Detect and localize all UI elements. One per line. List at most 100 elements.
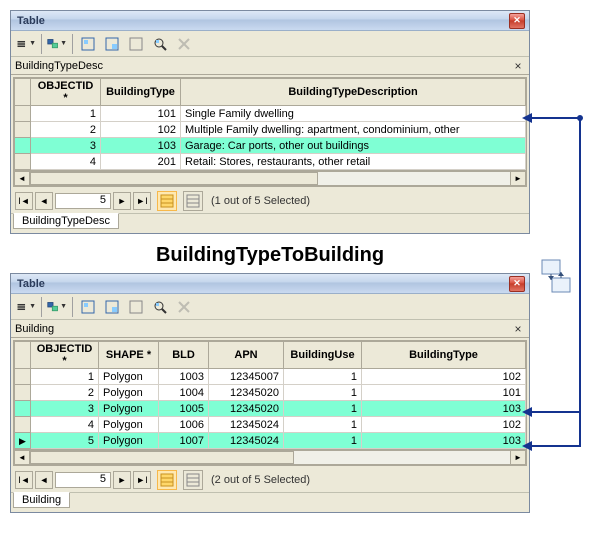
cell[interactable]: 1 bbox=[284, 433, 362, 449]
scroll-track[interactable] bbox=[30, 171, 510, 186]
cell[interactable]: Single Family dwelling bbox=[181, 106, 526, 122]
cell[interactable]: 12345007 bbox=[209, 369, 284, 385]
record-number-input[interactable]: 5 bbox=[55, 193, 111, 209]
horizontal-scrollbar[interactable]: ◄ ► bbox=[14, 170, 526, 186]
prev-record-button[interactable]: ◄ bbox=[35, 471, 53, 489]
select-by-attributes-button[interactable] bbox=[77, 296, 99, 318]
cell[interactable]: 103 bbox=[362, 401, 526, 417]
cell[interactable]: Polygon bbox=[99, 433, 159, 449]
cell[interactable]: 1004 bbox=[159, 385, 209, 401]
cell[interactable]: 2 bbox=[31, 122, 101, 138]
first-record-button[interactable]: I◄ bbox=[15, 192, 33, 210]
related-tables-button[interactable]: ▼ bbox=[46, 33, 68, 55]
table-options-button[interactable]: ▼ bbox=[15, 296, 37, 318]
cell[interactable]: 1005 bbox=[159, 401, 209, 417]
cell[interactable]: 103 bbox=[362, 433, 526, 449]
clear-selection-button[interactable] bbox=[125, 296, 147, 318]
table-row[interactable]: 1101Single Family dwelling bbox=[15, 106, 526, 122]
cell[interactable]: 3 bbox=[31, 401, 99, 417]
scroll-left-button[interactable]: ◄ bbox=[14, 171, 30, 186]
cell[interactable]: 4 bbox=[31, 417, 99, 433]
column-header[interactable]: OBJECTID * bbox=[31, 342, 99, 369]
cell[interactable]: Retail: Stores, restaurants, other retai… bbox=[181, 154, 526, 170]
delete-button[interactable] bbox=[173, 33, 195, 55]
next-record-button[interactable]: ► bbox=[113, 471, 131, 489]
cell[interactable]: 102 bbox=[362, 417, 526, 433]
row-selector[interactable] bbox=[15, 401, 31, 417]
cell[interactable]: Polygon bbox=[99, 385, 159, 401]
table-row[interactable]: 1Polygon1003123450071102 bbox=[15, 369, 526, 385]
scroll-right-button[interactable]: ► bbox=[510, 450, 526, 465]
close-table-icon[interactable]: × bbox=[511, 59, 525, 73]
cell[interactable]: 1003 bbox=[159, 369, 209, 385]
switch-selection-button[interactable] bbox=[101, 296, 123, 318]
cell[interactable]: 1 bbox=[284, 417, 362, 433]
titlebar[interactable]: Table ✕ bbox=[11, 274, 529, 294]
cell[interactable]: 12345020 bbox=[209, 385, 284, 401]
cell[interactable]: 101 bbox=[362, 385, 526, 401]
column-header[interactable]: OBJECTID * bbox=[31, 79, 101, 106]
column-header[interactable]: BuildingType bbox=[101, 79, 181, 106]
cell[interactable]: 1006 bbox=[159, 417, 209, 433]
row-selector[interactable] bbox=[15, 417, 31, 433]
row-selector[interactable] bbox=[15, 138, 31, 154]
cell[interactable]: Polygon bbox=[99, 417, 159, 433]
scroll-thumb[interactable] bbox=[30, 172, 318, 185]
column-header[interactable]: BLD bbox=[159, 342, 209, 369]
scroll-left-button[interactable]: ◄ bbox=[14, 450, 30, 465]
cell[interactable]: 3 bbox=[31, 138, 101, 154]
show-selected-records-button[interactable] bbox=[183, 470, 203, 490]
last-record-button[interactable]: ►I bbox=[133, 192, 151, 210]
table-row[interactable]: 4Polygon1006123450241102 bbox=[15, 417, 526, 433]
cell[interactable]: 12345024 bbox=[209, 417, 284, 433]
column-header[interactable]: APN bbox=[209, 342, 284, 369]
row-selector-header[interactable] bbox=[15, 79, 31, 106]
cell[interactable]: Polygon bbox=[99, 369, 159, 385]
switch-selection-button[interactable] bbox=[101, 33, 123, 55]
cell[interactable]: 1 bbox=[284, 385, 362, 401]
zoom-selected-button[interactable] bbox=[149, 33, 171, 55]
column-header[interactable]: BuildingUse bbox=[284, 342, 362, 369]
zoom-selected-button[interactable] bbox=[149, 296, 171, 318]
horizontal-scrollbar[interactable]: ◄ ► bbox=[14, 449, 526, 465]
show-all-records-button[interactable] bbox=[157, 470, 177, 490]
cell[interactable]: Garage: Car ports, other out buildings bbox=[181, 138, 526, 154]
cell[interactable]: 12345020 bbox=[209, 401, 284, 417]
cell[interactable]: Polygon bbox=[99, 401, 159, 417]
table-row[interactable]: 3Polygon1005123450201103 bbox=[15, 401, 526, 417]
cell[interactable]: 5 bbox=[31, 433, 99, 449]
scroll-right-button[interactable]: ► bbox=[510, 171, 526, 186]
close-icon[interactable]: ✕ bbox=[509, 276, 525, 292]
cell[interactable]: 4 bbox=[31, 154, 101, 170]
record-number-input[interactable]: 5 bbox=[55, 472, 111, 488]
table-row[interactable]: 4201Retail: Stores, restaurants, other r… bbox=[15, 154, 526, 170]
scroll-track[interactable] bbox=[30, 450, 510, 465]
scroll-thumb[interactable] bbox=[30, 451, 294, 464]
show-all-records-button[interactable] bbox=[157, 191, 177, 211]
close-icon[interactable]: ✕ bbox=[509, 13, 525, 29]
row-selector[interactable] bbox=[15, 369, 31, 385]
show-selected-records-button[interactable] bbox=[183, 191, 203, 211]
cell[interactable]: 102 bbox=[101, 122, 181, 138]
close-table-icon[interactable]: × bbox=[511, 322, 525, 336]
cell[interactable]: 1 bbox=[31, 106, 101, 122]
column-header[interactable]: SHAPE * bbox=[99, 342, 159, 369]
table-tab[interactable]: Building bbox=[13, 492, 70, 508]
column-header[interactable]: BuildingTypeDescription bbox=[181, 79, 526, 106]
column-header[interactable]: BuildingType bbox=[362, 342, 526, 369]
cell[interactable]: 103 bbox=[101, 138, 181, 154]
row-selector[interactable]: ▶ bbox=[15, 433, 31, 449]
first-record-button[interactable]: I◄ bbox=[15, 471, 33, 489]
row-selector[interactable] bbox=[15, 385, 31, 401]
clear-selection-button[interactable] bbox=[125, 33, 147, 55]
table-row[interactable]: ▶5Polygon1007123450241103 bbox=[15, 433, 526, 449]
cell[interactable]: Multiple Family dwelling: apartment, con… bbox=[181, 122, 526, 138]
cell[interactable]: 101 bbox=[101, 106, 181, 122]
cell[interactable]: 1 bbox=[284, 369, 362, 385]
table-options-button[interactable]: ▼ bbox=[15, 33, 37, 55]
table-tab[interactable]: BuildingTypeDesc bbox=[13, 213, 119, 229]
cell[interactable]: 1 bbox=[284, 401, 362, 417]
cell[interactable]: 201 bbox=[101, 154, 181, 170]
cell[interactable]: 102 bbox=[362, 369, 526, 385]
row-selector[interactable] bbox=[15, 154, 31, 170]
